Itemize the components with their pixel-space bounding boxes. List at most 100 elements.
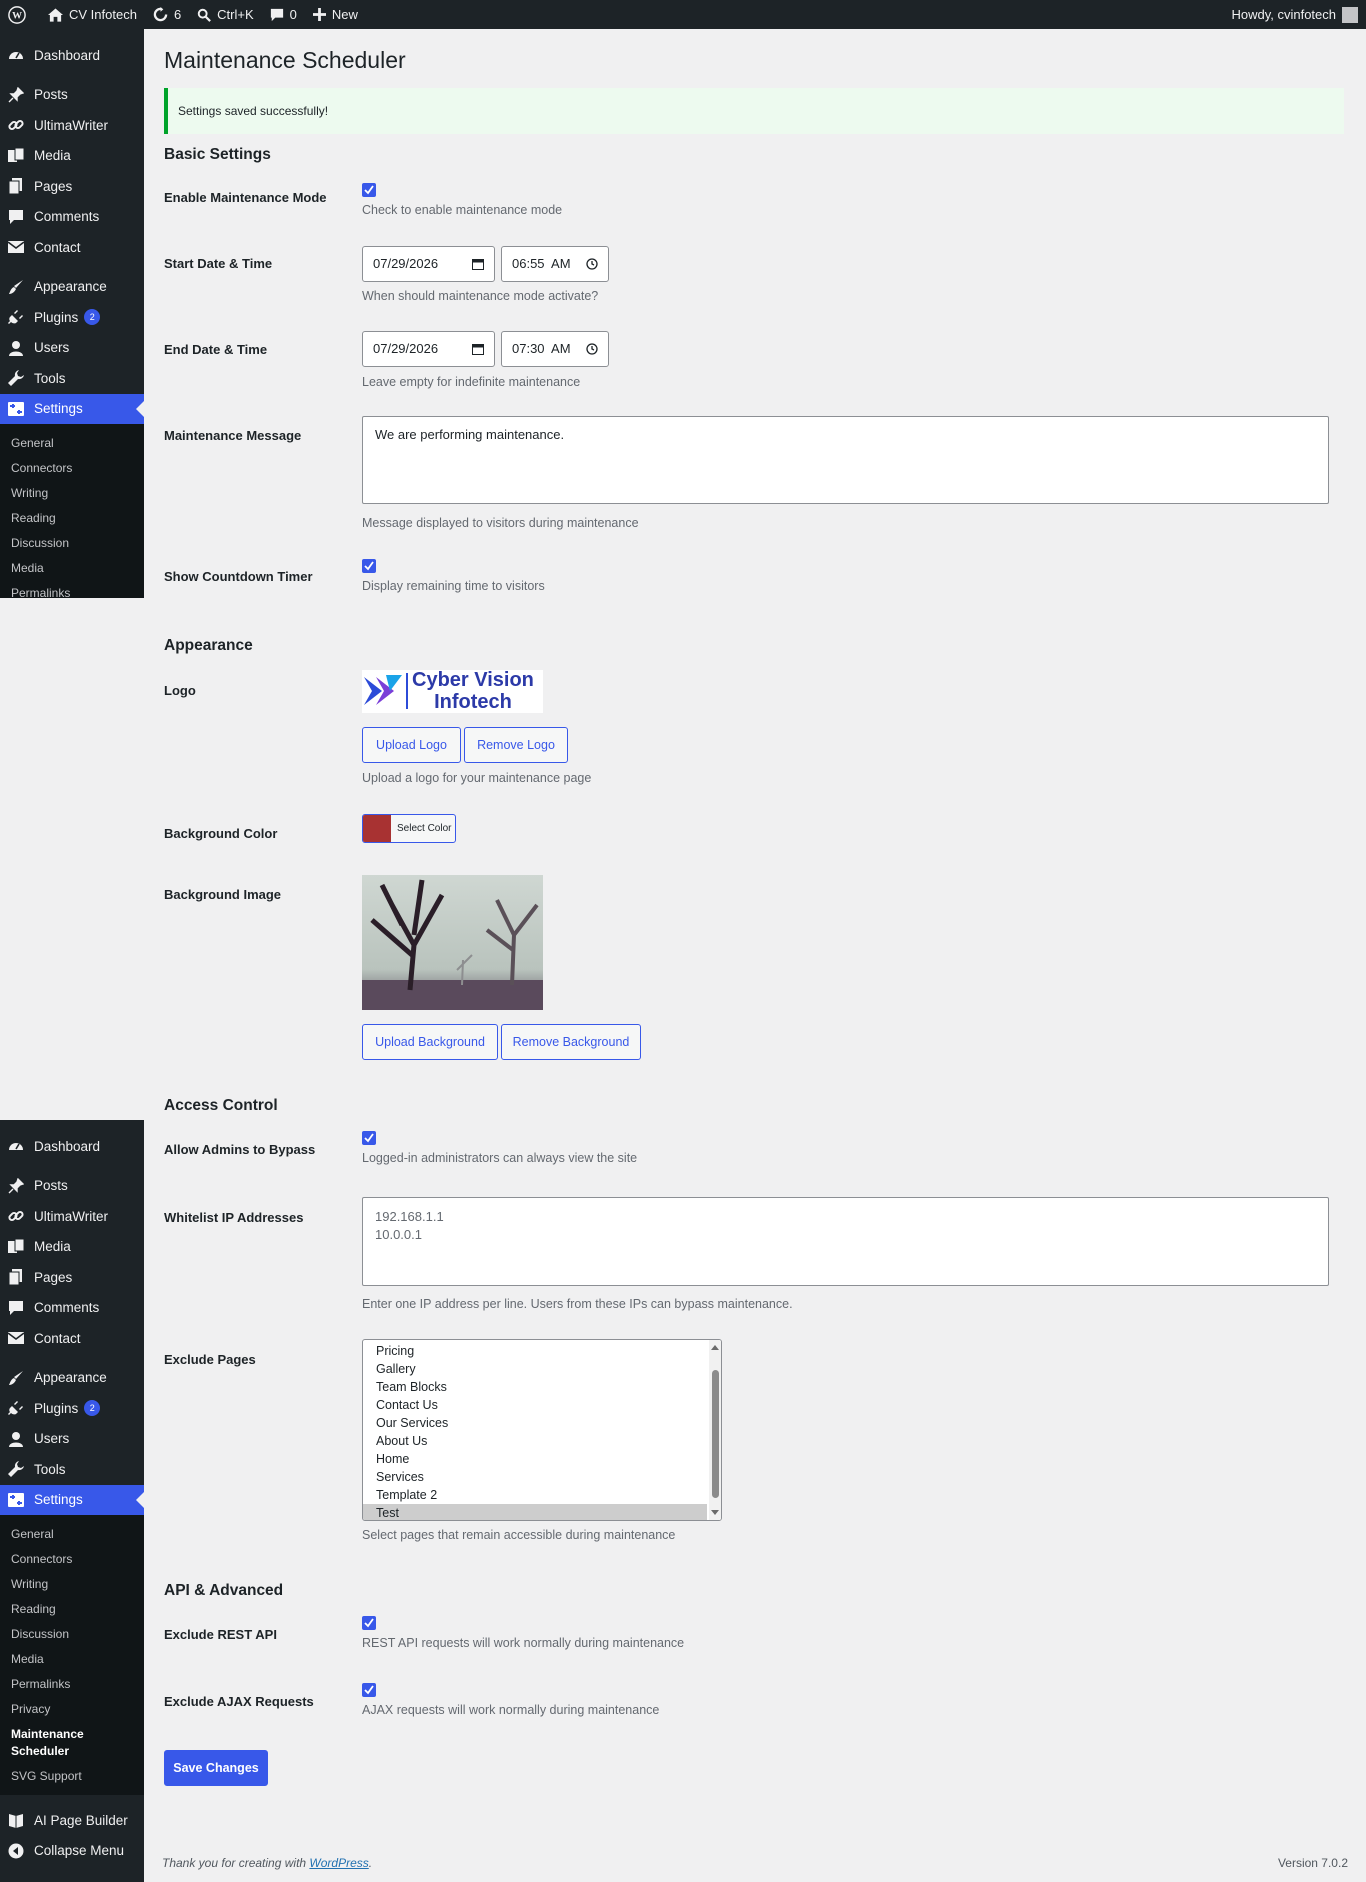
menu-dashboard[interactable]: Dashboard (0, 1131, 144, 1162)
collapse-menu-button[interactable]: Collapse Menu (0, 1836, 144, 1867)
menu-media[interactable]: Media (0, 141, 144, 172)
color-picker-button[interactable]: Select Color (362, 813, 456, 843)
menu-users[interactable]: Users (0, 333, 144, 364)
pin-icon (8, 1177, 24, 1194)
enable-maintenance-checkbox[interactable] (362, 182, 376, 197)
menu-ai-page-builder[interactable]: AI Page Builder (0, 1805, 144, 1836)
exclude-rest-desc: REST API requests will work normally dur… (362, 1635, 685, 1650)
submenu-reading[interactable]: Reading (0, 1597, 144, 1622)
menu-pages[interactable]: Pages (0, 171, 144, 202)
menu-comments[interactable]: Comments (0, 202, 144, 233)
save-changes-button[interactable]: Save Changes (164, 1749, 268, 1786)
comment-icon (8, 209, 24, 225)
exclude-rest-checkbox[interactable] (362, 1615, 376, 1630)
pages-icon (8, 1269, 24, 1286)
menu-ultimawriter[interactable]: UltimaWriter (0, 1201, 144, 1232)
submenu-maintenance-scheduler[interactable]: Maintenance Scheduler (0, 1722, 100, 1764)
end-date-input[interactable]: 07/29/2026 (362, 330, 495, 367)
scroll-thumb[interactable] (712, 1369, 719, 1498)
menu-plugins[interactable]: Plugins 2 (0, 302, 144, 333)
scroll-down-icon (711, 1509, 719, 1515)
user-icon (8, 340, 24, 356)
submenu-connectors[interactable]: Connectors (0, 456, 144, 481)
menu-media[interactable]: Media (0, 1232, 144, 1263)
calendar-icon (472, 343, 484, 355)
submenu-permalinks[interactable]: Permalinks (0, 1672, 144, 1697)
label-maintenance-message: Maintenance Message (164, 427, 302, 443)
menu-tools[interactable]: Tools (0, 363, 144, 394)
submenu-writing[interactable]: Writing (0, 481, 144, 506)
check-icon (364, 1685, 374, 1695)
upload-logo-button[interactable]: Upload Logo (362, 726, 461, 763)
menu-appearance[interactable]: Appearance (0, 1363, 144, 1394)
whitelist-ip-textarea[interactable]: 192.168.1.1 10.0.0.1 (362, 1196, 1329, 1286)
site-name-link[interactable]: CV Infotech (40, 0, 145, 29)
submenu-permalinks[interactable]: Permalinks (0, 581, 144, 598)
new-content-link[interactable]: New (305, 0, 366, 29)
exclude-pages-option[interactable]: Pricing (363, 1342, 707, 1360)
menu-settings[interactable]: Settings (0, 1484, 144, 1515)
submenu-general[interactable]: General (0, 1522, 144, 1547)
start-time-input[interactable]: 06:55 AM (501, 245, 609, 282)
clock-icon (586, 258, 598, 270)
background-image-preview (362, 874, 543, 1010)
wordpress-link[interactable]: WordPress (309, 1856, 368, 1870)
exclude-pages-option[interactable]: About Us (363, 1432, 707, 1450)
remove-logo-button[interactable]: Remove Logo (464, 726, 568, 763)
check-icon (364, 561, 374, 571)
menu-posts[interactable]: Posts (0, 80, 144, 111)
admin-bypass-checkbox[interactable] (362, 1130, 376, 1145)
countdown-checkbox[interactable] (362, 558, 376, 573)
submenu-connectors[interactable]: Connectors (0, 1547, 144, 1572)
menu-settings[interactable]: Settings (0, 393, 144, 424)
my-account-link[interactable]: Howdy, cvinfotech (1223, 0, 1366, 29)
settings-submenu: General Connectors Writing Reading Discu… (0, 424, 144, 598)
menu-tools[interactable]: Tools (0, 1454, 144, 1485)
upload-background-button[interactable]: Upload Background (362, 1023, 498, 1060)
submenu-privacy[interactable]: Privacy (0, 1697, 144, 1722)
exclude-pages-option[interactable]: Contact Us (363, 1396, 707, 1414)
exclude-pages-option[interactable]: Home (363, 1450, 707, 1468)
admin-bar: W CV Infotech 6 Ctrl+K 0 New Howdy, cvin… (0, 0, 1366, 29)
updates-link[interactable]: 6 (145, 0, 189, 29)
end-time-input[interactable]: 07:30 AM (501, 330, 609, 367)
wordpress-logo-icon[interactable]: W (0, 0, 40, 29)
submenu-discussion[interactable]: Discussion (0, 1622, 144, 1647)
menu-dashboard[interactable]: Dashboard (0, 40, 144, 71)
link-icon (8, 1208, 24, 1224)
exclude-pages-option[interactable]: Services (363, 1468, 707, 1486)
remove-background-button[interactable]: Remove Background (501, 1023, 641, 1060)
countdown-field: Display remaining time to visitors (362, 558, 545, 593)
submenu-reading[interactable]: Reading (0, 506, 144, 531)
menu-posts[interactable]: Posts (0, 1171, 144, 1202)
submenu-svg-support[interactable]: SVG Support (0, 1764, 144, 1789)
exclude-pages-option[interactable]: Template 2 (363, 1486, 707, 1504)
exclude-pages-option[interactable]: Team Blocks (363, 1378, 707, 1396)
menu-comments[interactable]: Comments (0, 1293, 144, 1324)
comment-icon (270, 8, 283, 21)
submenu-writing[interactable]: Writing (0, 1572, 144, 1597)
maintenance-message-textarea[interactable]: We are performing maintenance. (362, 415, 1329, 504)
home-icon (48, 7, 63, 22)
submenu-discussion[interactable]: Discussion (0, 531, 144, 556)
menu-appearance[interactable]: Appearance (0, 272, 144, 303)
menu-users[interactable]: Users (0, 1424, 144, 1455)
search-command[interactable]: Ctrl+K (189, 0, 261, 29)
submenu-media[interactable]: Media (0, 556, 144, 581)
submenu-general[interactable]: General (0, 431, 144, 456)
listbox-scrollbar[interactable] (709, 1339, 721, 1520)
menu-contact[interactable]: Contact (0, 1323, 144, 1354)
menu-contact[interactable]: Contact (0, 232, 144, 263)
menu-ultimawriter[interactable]: UltimaWriter (0, 110, 144, 141)
exclude-pages-option[interactable]: Gallery (363, 1360, 707, 1378)
menu-pages[interactable]: Pages (0, 1262, 144, 1293)
exclude-pages-select[interactable]: Pricing Gallery Team Blocks Contact Us Our S… (362, 1338, 722, 1521)
exclude-pages-option[interactable]: Test (363, 1503, 707, 1520)
menu-plugins[interactable]: Plugins 2 (0, 1393, 144, 1424)
comments-link[interactable]: 0 (262, 0, 305, 29)
submenu-media[interactable]: Media (0, 1647, 144, 1672)
exclude-pages-option[interactable]: Our Services (363, 1414, 707, 1432)
exclude-ajax-checkbox[interactable] (362, 1682, 376, 1697)
start-date-input[interactable]: 07/29/2026 (362, 245, 495, 282)
comments-count: 0 (289, 7, 297, 22)
